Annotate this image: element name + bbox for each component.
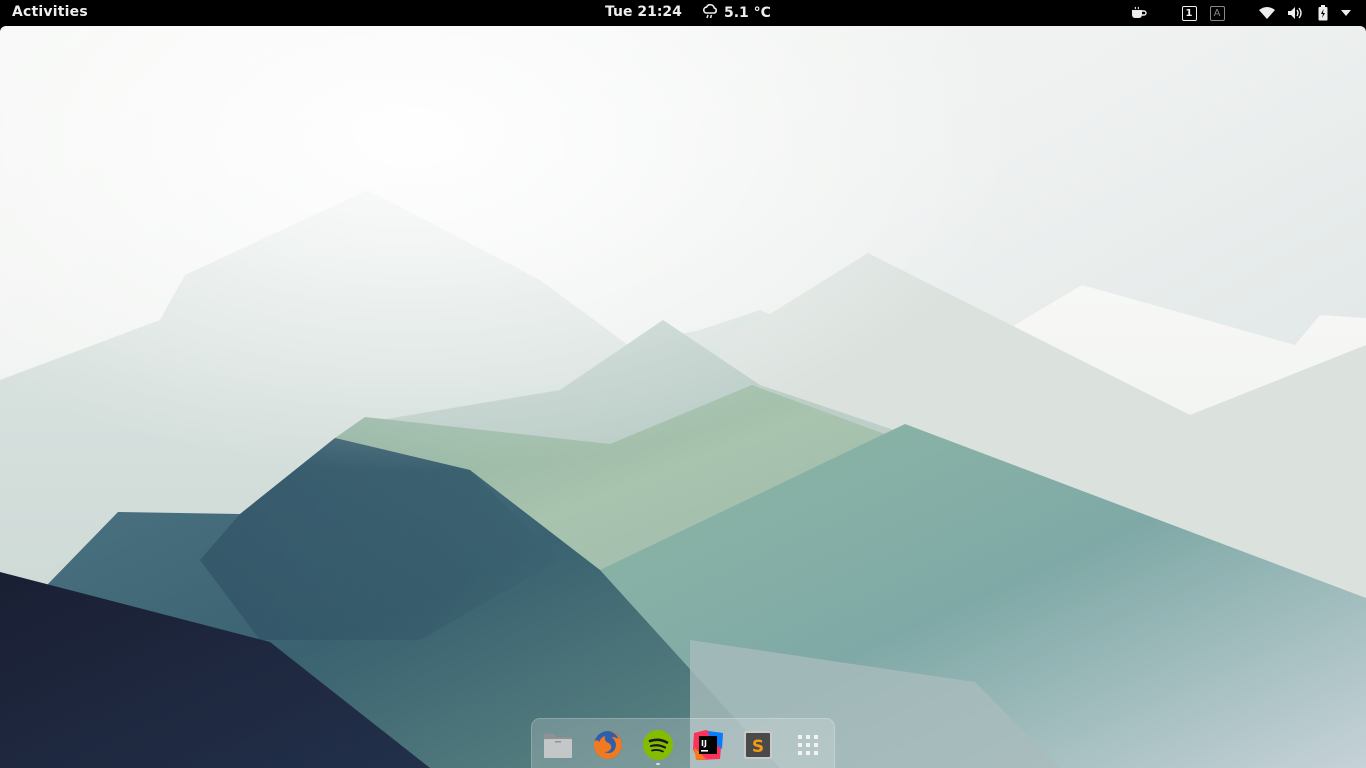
clock[interactable]: Tue 21:24 (605, 4, 682, 20)
show-applications-icon[interactable] (790, 727, 826, 763)
files-app-icon[interactable] (540, 727, 576, 763)
workspace-indicator[interactable]: 1 (1179, 0, 1199, 26)
top-bar: Activities Tue 21:24 5.1 °C 1 A (0, 0, 1366, 26)
weather-temperature: 5.1 °C (724, 5, 771, 21)
intellij-app-icon[interactable]: IJ (690, 727, 726, 763)
dock: IJ S (531, 718, 835, 768)
system-menu-arrow-icon[interactable] (1338, 0, 1354, 26)
wifi-icon[interactable] (1257, 0, 1277, 26)
spotify-app-icon[interactable] (640, 727, 676, 763)
cloud-rain-icon (702, 3, 719, 23)
workspace-indicator-label: 1 (1181, 5, 1197, 21)
battery-icon[interactable] (1313, 0, 1333, 26)
keyboard-layout-label: A (1209, 5, 1225, 21)
sublime-text-app-icon[interactable]: S (740, 727, 776, 763)
intellij-icon-label: IJ (701, 739, 707, 748)
sublime-icon-label: S (752, 737, 764, 757)
activities-button[interactable]: Activities (12, 4, 88, 20)
weather-indicator[interactable]: 5.1 °C (702, 3, 771, 23)
desktop[interactable] (0, 26, 1366, 768)
keyboard-layout-indicator[interactable]: A (1207, 0, 1227, 26)
wallpaper-mountains (0, 26, 1366, 768)
firefox-app-icon[interactable] (590, 727, 626, 763)
volume-icon[interactable] (1285, 0, 1305, 26)
caffeine-icon[interactable] (1128, 0, 1150, 26)
running-indicator (656, 763, 660, 765)
